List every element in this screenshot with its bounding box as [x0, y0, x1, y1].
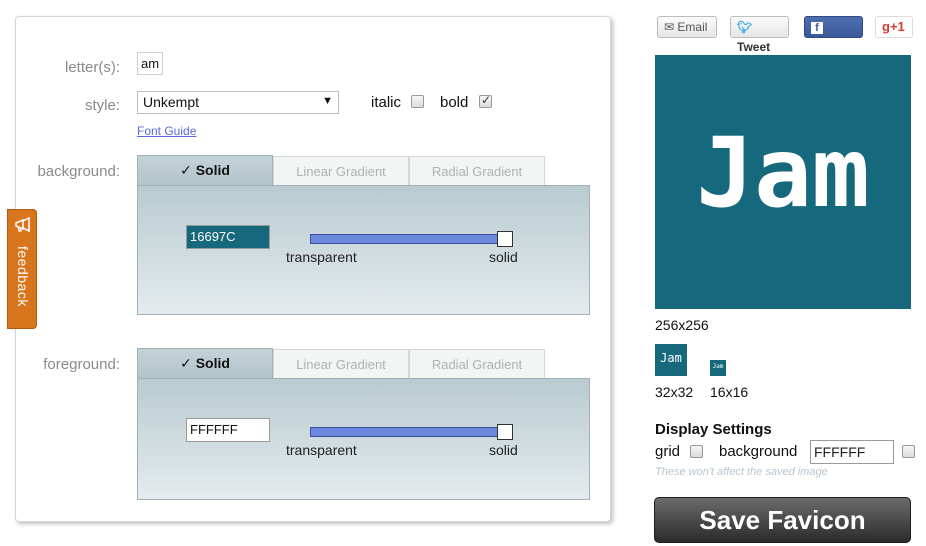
bold-label: bold — [440, 94, 469, 111]
bg-transparent-label: transparent — [286, 249, 357, 265]
preview-32-text: Jam — [660, 351, 682, 365]
tweet-button[interactable]: 🐦︎ Tweet — [730, 16, 789, 54]
fg-opacity-handle[interactable] — [497, 424, 513, 440]
email-label: Email — [677, 20, 708, 34]
favicon-preview-256: Jam — [655, 55, 911, 309]
display-background-label: background — [719, 443, 798, 460]
bg-solid-label: solid — [489, 249, 518, 265]
italic-label: italic — [371, 94, 402, 111]
italic-checkbox[interactable] — [411, 95, 424, 108]
style-label: style: — [84, 97, 120, 114]
fg-tab-solid[interactable]: ✓ Solid — [137, 348, 273, 379]
bg-hex-input[interactable]: 16697C — [186, 225, 270, 249]
facebook-share-button[interactable]: f Share — [804, 16, 863, 54]
display-background-input[interactable]: FFFFFF — [810, 440, 894, 464]
facebook-icon: f — [811, 22, 823, 34]
feedback-tab[interactable]: feedback — [7, 209, 37, 329]
bg-opacity-slider[interactable] — [310, 234, 502, 244]
letters-input[interactable]: am — [137, 52, 163, 75]
favicon-preview-32: Jam — [655, 344, 687, 376]
font-guide-link[interactable]: Font Guide — [137, 124, 196, 138]
chevron-down-icon: ▼ — [322, 95, 333, 107]
bg-tab-radial-gradient[interactable]: Radial Gradient — [409, 156, 545, 186]
fg-tab-linear-gradient[interactable]: Linear Gradient — [273, 349, 409, 379]
display-settings-note: These won't affect the saved image — [655, 466, 828, 478]
display-background-checkbox[interactable] — [902, 445, 915, 458]
save-favicon-button[interactable]: Save Favicon — [654, 497, 911, 543]
background-label: background: — [37, 163, 120, 180]
fg-opacity-slider[interactable] — [310, 427, 502, 437]
bg-tab-solid[interactable]: ✓ Solid — [137, 155, 273, 186]
fg-transparent-label: transparent — [286, 442, 357, 458]
fg-tab-radial-gradient[interactable]: Radial Gradient — [409, 349, 545, 379]
fg-hex-input[interactable]: FFFFFF — [186, 418, 270, 442]
email-button[interactable]: ✉ Email — [657, 16, 717, 38]
tweet-label: Tweet — [737, 40, 771, 54]
preview-256-text: Jam — [696, 117, 870, 229]
bg-tab-linear-gradient[interactable]: Linear Gradient — [273, 156, 409, 186]
letters-label: letter(s): — [64, 59, 120, 76]
font-style-value: Unkempt — [143, 94, 200, 110]
foreground-label: foreground: — [43, 356, 120, 373]
share-label: Share — [811, 40, 845, 54]
megaphone-icon — [14, 216, 32, 234]
twitter-icon: 🐦︎ — [737, 20, 753, 34]
feedback-label: feedback — [15, 246, 31, 307]
size-256-label: 256x256 — [655, 317, 709, 333]
font-style-select[interactable]: Unkempt ▼ — [137, 91, 339, 114]
google-plus-button[interactable]: g+1 — [875, 16, 913, 38]
display-settings-title: Display Settings — [655, 421, 772, 438]
preview-16-text: Jam — [712, 363, 724, 370]
size-16-label: 16x16 — [710, 384, 749, 400]
grid-checkbox[interactable] — [690, 445, 703, 458]
envelope-icon: ✉ — [664, 20, 675, 34]
fg-solid-label: solid — [489, 442, 518, 458]
bg-opacity-handle[interactable] — [497, 231, 513, 247]
bold-checkbox[interactable] — [479, 93, 492, 108]
grid-label: grid — [655, 443, 681, 460]
favicon-preview-16: Jam — [710, 360, 726, 376]
bg-solid-panel — [137, 185, 590, 315]
size-32-label: 32x32 — [655, 384, 694, 400]
